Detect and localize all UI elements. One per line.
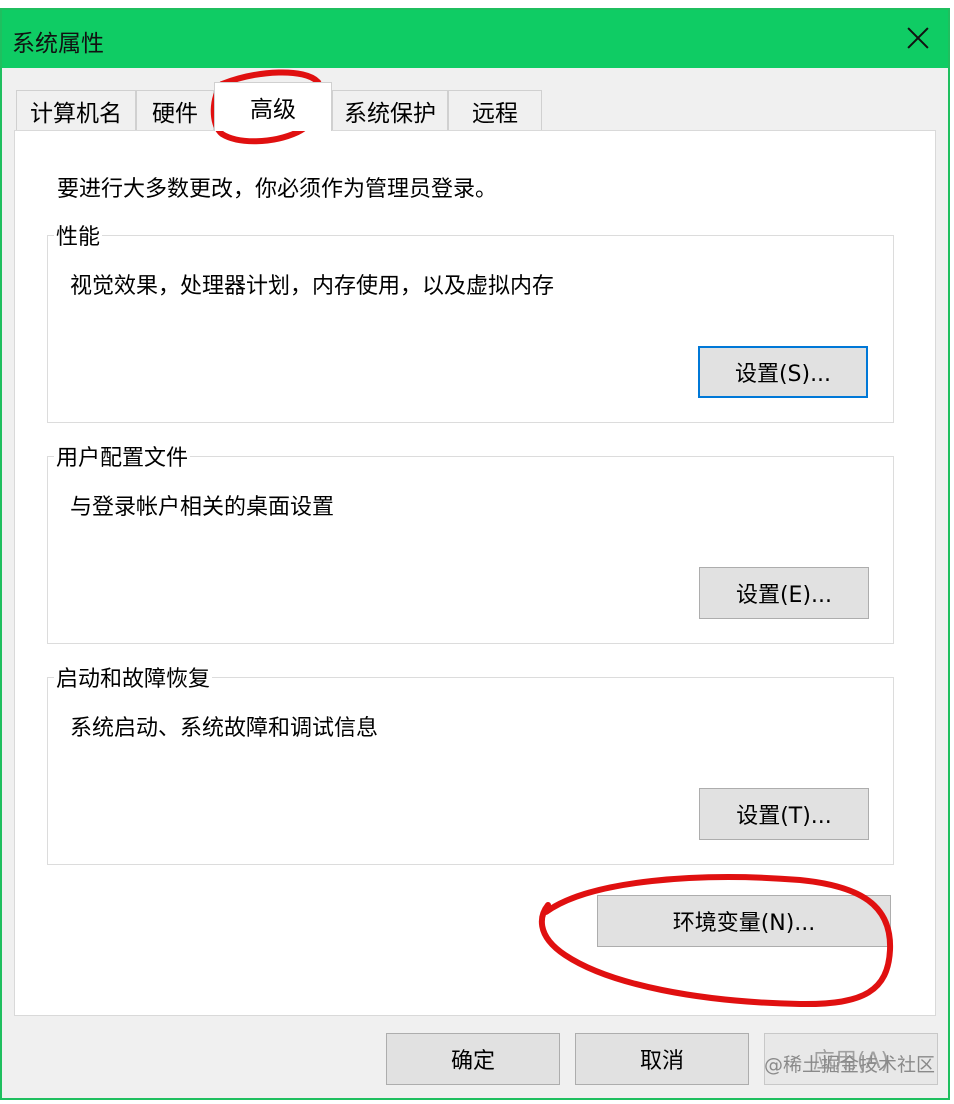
- watermark: @稀土掘金技术社区: [764, 1054, 936, 1076]
- startup-recovery-settings-button[interactable]: 设置(T)...: [699, 788, 869, 840]
- advanced-tab-panel: 要进行大多数更改，你必须作为管理员登录。 性能 视觉效果，处理器计划，内存使用，…: [14, 130, 936, 1016]
- cancel-button[interactable]: 取消: [575, 1033, 749, 1085]
- title-bar: 系统属性: [2, 10, 948, 68]
- user-profiles-group: 用户配置文件 与登录帐户相关的桌面设置 设置(E)...: [47, 440, 894, 644]
- ok-button[interactable]: 确定: [386, 1033, 560, 1085]
- performance-group-title: 性能: [54, 219, 103, 251]
- performance-settings-button[interactable]: 设置(S)...: [698, 346, 868, 398]
- user-profiles-group-title: 用户配置文件: [54, 440, 191, 472]
- tab-system-protection[interactable]: 系统保护: [332, 90, 448, 130]
- background-page-fragment: [0, 0, 954, 8]
- system-properties-dialog: 系统属性 计算机名 硬件 高级 系统保护 远程 要进行大多数更改，你必须作为管理…: [0, 8, 950, 1100]
- performance-description: 视觉效果，处理器计划，内存使用，以及虚拟内存: [70, 274, 555, 299]
- user-profiles-description: 与登录帐户相关的桌面设置: [70, 495, 335, 520]
- performance-group: 性能 视觉效果，处理器计划，内存使用，以及虚拟内存 设置(S)...: [47, 219, 894, 423]
- admin-notice: 要进行大多数更改，你必须作为管理员登录。: [57, 177, 498, 202]
- user-profiles-settings-button[interactable]: 设置(E)...: [699, 567, 869, 619]
- tab-advanced[interactable]: 高级: [214, 82, 332, 131]
- tab-hardware[interactable]: 硬件: [136, 90, 214, 130]
- startup-recovery-group-title: 启动和故障恢复: [54, 661, 213, 693]
- tab-remote[interactable]: 远程: [448, 90, 542, 130]
- startup-recovery-group: 启动和故障恢复 系统启动、系统故障和调试信息 设置(T)...: [47, 661, 894, 865]
- close-icon[interactable]: [902, 22, 934, 54]
- window-title: 系统属性: [12, 31, 104, 57]
- environment-variables-button[interactable]: 环境变量(N)...: [597, 895, 891, 947]
- startup-recovery-description: 系统启动、系统故障和调试信息: [70, 716, 379, 741]
- tab-computer-name[interactable]: 计算机名: [16, 90, 136, 130]
